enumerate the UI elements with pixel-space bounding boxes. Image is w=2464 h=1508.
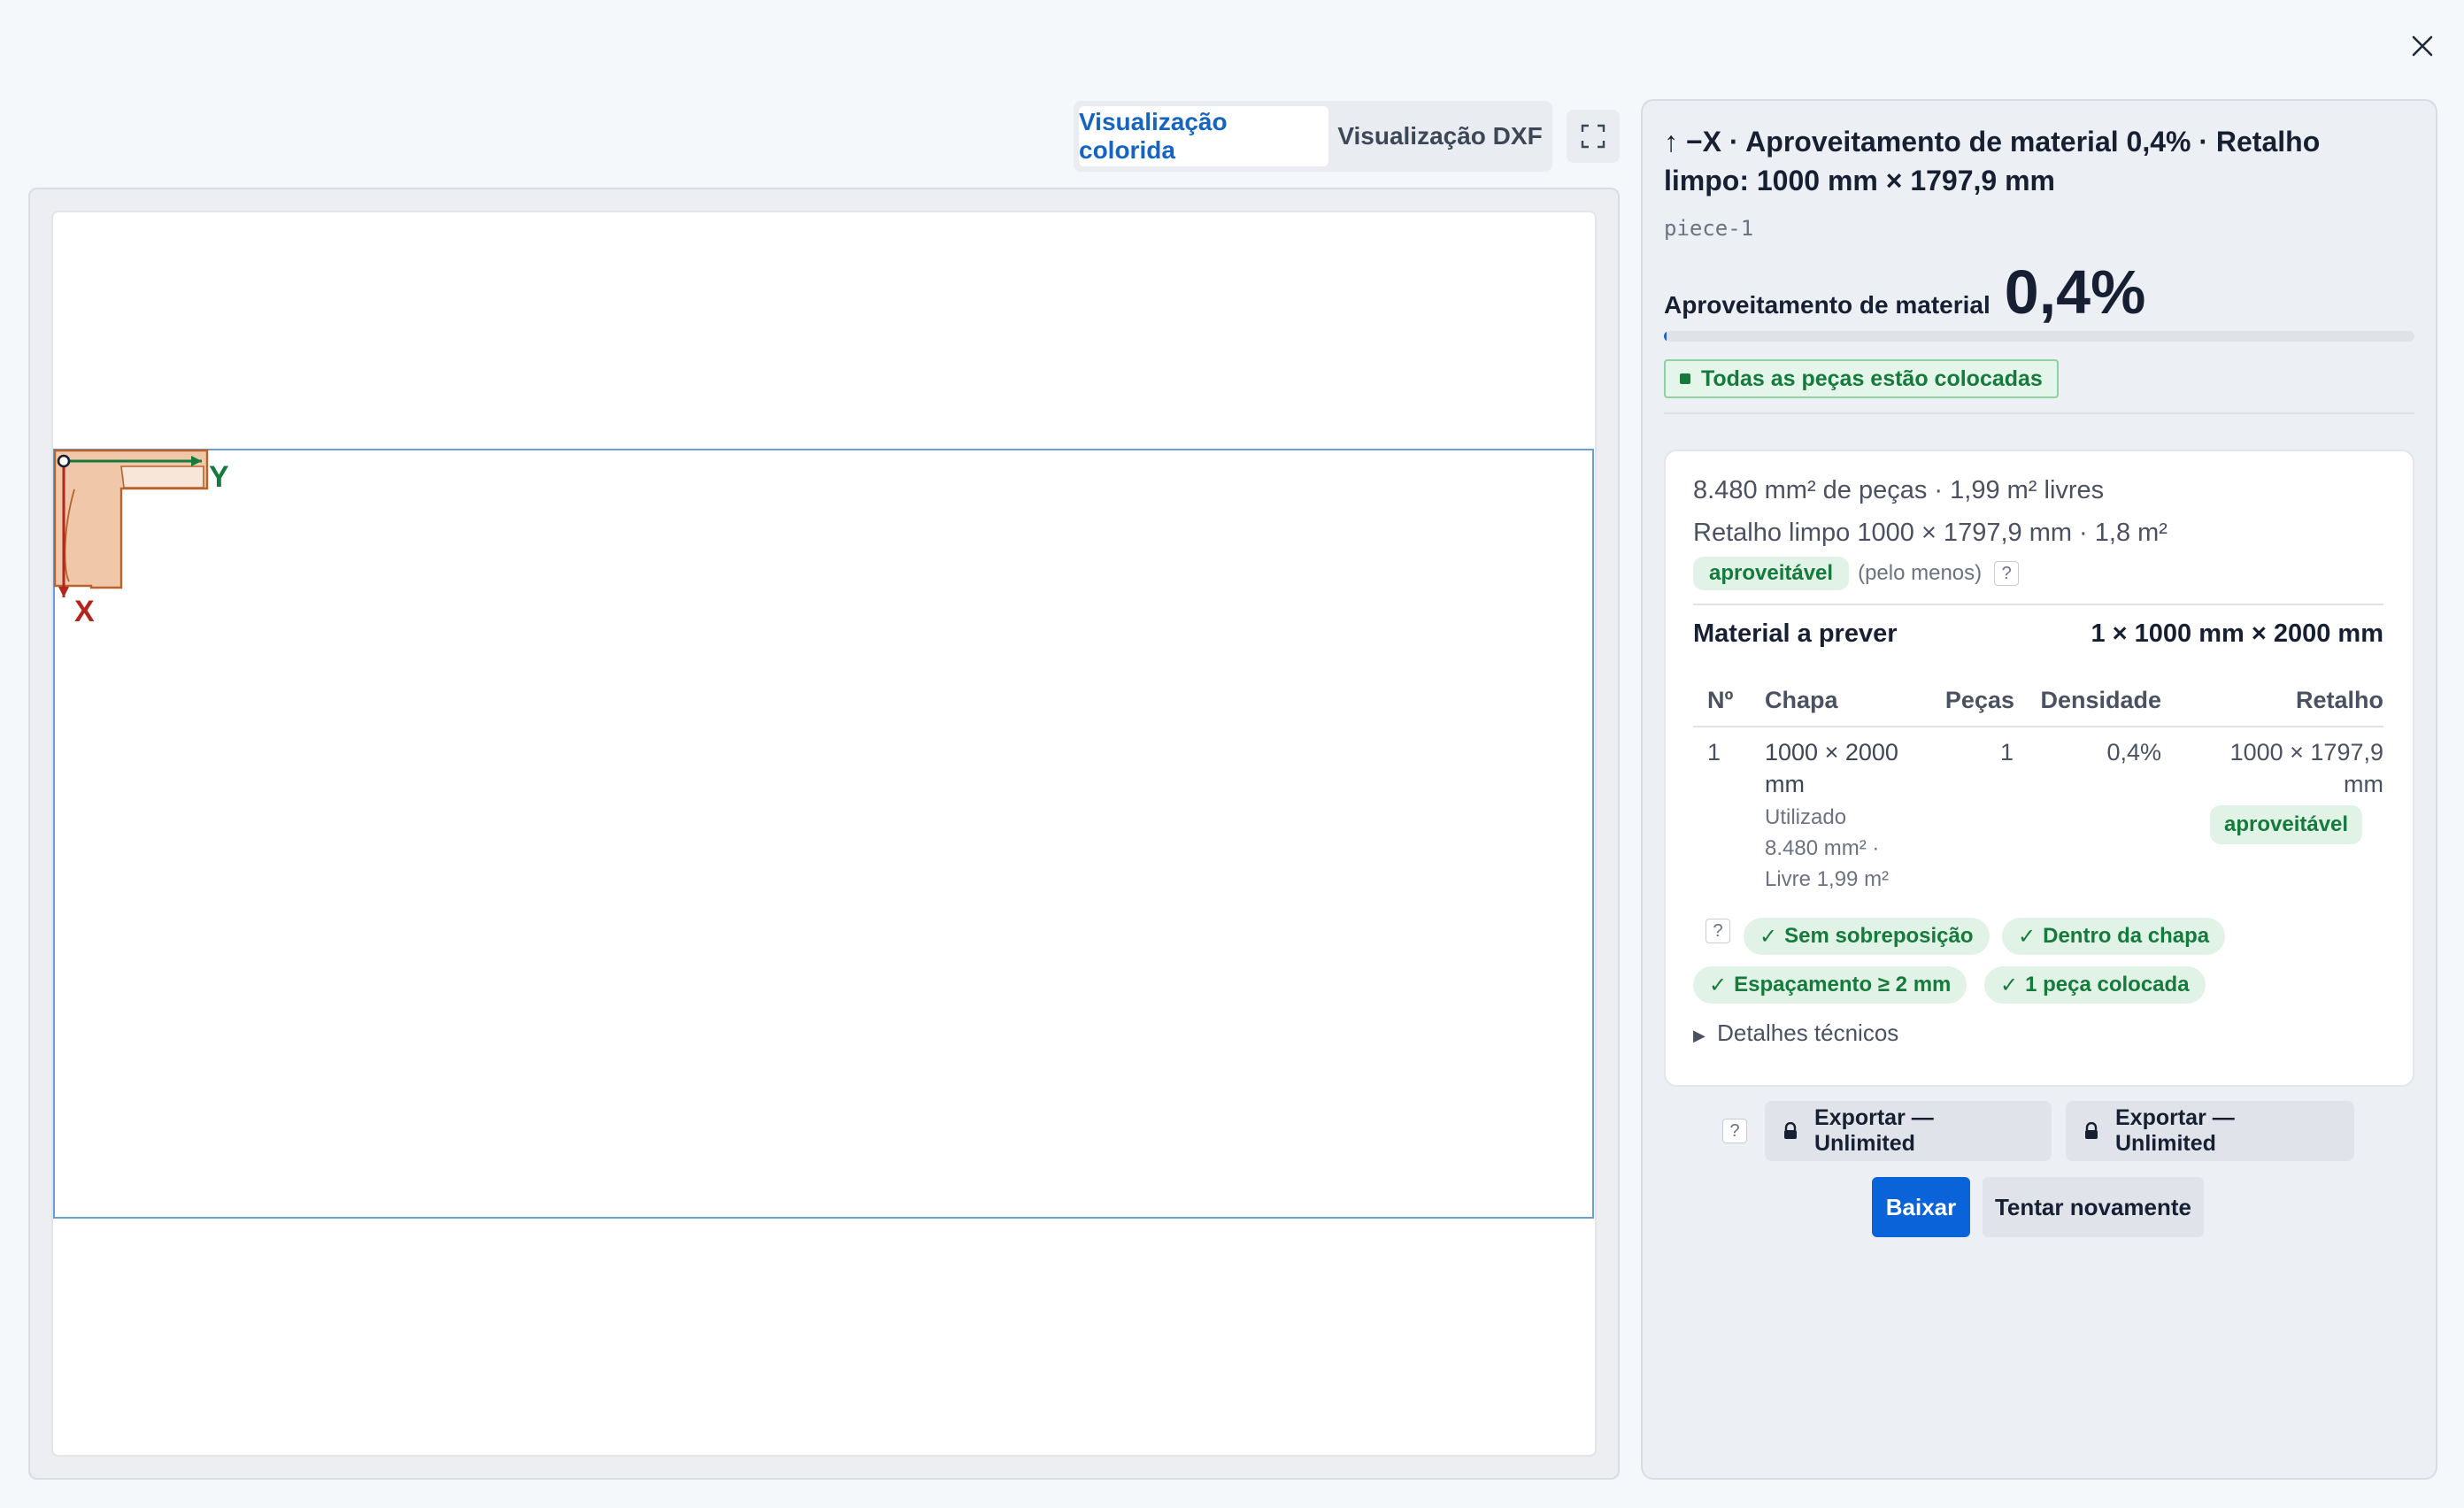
expand-icon [1581,124,1605,149]
all-placed-text: Todas as peças estão colocadas [1701,365,2043,391]
cell-sheet-size-line: 1000 × 2000 [1765,739,1898,766]
piece-id: piece-1 [1664,216,1754,241]
close-button[interactable] [2403,27,2442,65]
lock-icon [2083,1122,2099,1140]
technical-details-label: Detalhes técnicos [1717,1019,1899,1046]
export-button-label: Exportar — Unlimited [2115,1105,2235,1156]
cell-sheet-size-line: mm [1765,771,1805,797]
check-icon: ✓ [2018,924,2037,949]
efficiency-bar [1664,331,2414,342]
caret-right-icon: ▶ [1693,1027,1706,1044]
panel-title: ↑ −X · Aproveitamento de material 0,4% ·… [1664,126,2321,196]
divider [1693,604,2383,605]
reusable-row: aproveitável (pelo menos) ? [1693,557,2020,590]
sheet-outline [53,449,1594,1219]
check-icon: ✓ [2000,973,2019,997]
efficiency-value: 0,4% [2004,258,2146,327]
fullscreen-button[interactable] [1567,110,1620,163]
cell-usage-line: 8.480 mm² · [1765,836,1880,860]
col-header-density: Densidade [2040,687,2161,713]
offcut-summary: Retalho limpo 1000 × 1797,9 mm · 1,8 m² [1693,519,2168,547]
efficiency-label: Aproveitamento de material [1664,291,1990,319]
close-icon [2412,35,2433,57]
reusable-note: (pelo menos) [1858,561,1983,585]
status-dot-icon [1680,373,1690,384]
col-header-no: Nº [1707,687,1734,713]
cell-usage-line: Livre 1,99 m² [1765,867,1890,891]
col-header-pieces: Peças [1944,687,2014,713]
all-placed-badge: Todas as peças estão colocadas [1664,359,2059,398]
view-toggle: Visualização colorida Visualização DXF [1074,101,1552,172]
reusable-help-button[interactable]: ? [1994,561,2020,586]
export-help-button[interactable]: ? [1722,1119,1747,1143]
retry-button[interactable]: Tentar novamente [1983,1177,2204,1237]
check-spacing: ✓ Espaçamento ≥ 2 mm [1693,966,1967,1004]
cell-pieces: 1 [1999,739,2014,766]
cell-sheet-size: 1000 × 2000 mm [1765,736,1898,800]
divider [1664,412,2414,414]
cell-usage-line: Utilizado [1765,805,1847,829]
tab-dxf-view[interactable]: Visualização DXF [1333,106,1547,166]
download-button[interactable]: Baixar [1872,1177,1970,1237]
check-pieces-placed-label: 1 peça colocada [2025,973,2190,996]
pieces-area-summary: 8.480 mm² de peças · 1,99 m² livres [1693,476,2105,504]
tab-colored-view[interactable]: Visualização colorida [1079,106,1328,166]
checks-help-button[interactable]: ? [1706,919,1730,943]
cell-density: 0,4% [2106,739,2161,766]
export-button-label: Exportar — Unlimited [1814,1105,1934,1156]
col-header-sheet: Chapa [1765,687,1838,713]
check-no-overlap: ✓ Sem sobreposição [1744,918,1990,955]
offcut-reusable-badge: aproveitável [2210,805,2363,844]
x-axis-label: X [74,595,95,628]
check-pieces-placed: ✓ 1 peça colocada [1984,966,2206,1004]
table-header-divider [1693,726,2383,727]
check-spacing-label: Espaçamento ≥ 2 mm [1734,973,1952,996]
check-within-sheet: ✓ Dentro da chapa [2002,918,2226,955]
check-within-sheet-label: Dentro da chapa [2043,924,2210,948]
material-value: 1 × 1000 mm × 2000 mm [2091,619,2383,648]
lock-icon [1783,1122,1798,1140]
check-icon: ✓ [1709,973,1728,997]
reusable-badge: aproveitável [1693,557,1850,590]
cell-offcut-line: mm [2344,771,2383,797]
check-icon: ✓ [1759,924,1778,949]
cell-offcut-line: 1000 × 1797,9 [2229,739,2383,766]
y-axis-label: Y [209,460,229,494]
cell-no: 1 [1707,739,1721,766]
technical-details-toggle[interactable]: ▶ Detalhes técnicos [1693,1019,1898,1047]
cell-sheet-usage: Utilizado 8.480 mm² · Livre 1,99 m² [1765,802,1889,895]
efficiency-row: Aproveitamento de material 0,4% [1664,257,2145,327]
material-label: Material a prever [1693,619,1898,648]
export-button[interactable]: Exportar — Unlimited [1765,1101,2052,1161]
col-header-offcut: Retalho [2295,687,2383,713]
export-button[interactable]: Exportar — Unlimited [2066,1101,2354,1161]
check-no-overlap-label: Sem sobreposição [1784,924,1974,948]
material-row: Material a prever 1 × 1000 mm × 2000 mm [1693,619,2383,649]
cell-offcut: 1000 × 1797,9 mm [2230,736,2383,800]
